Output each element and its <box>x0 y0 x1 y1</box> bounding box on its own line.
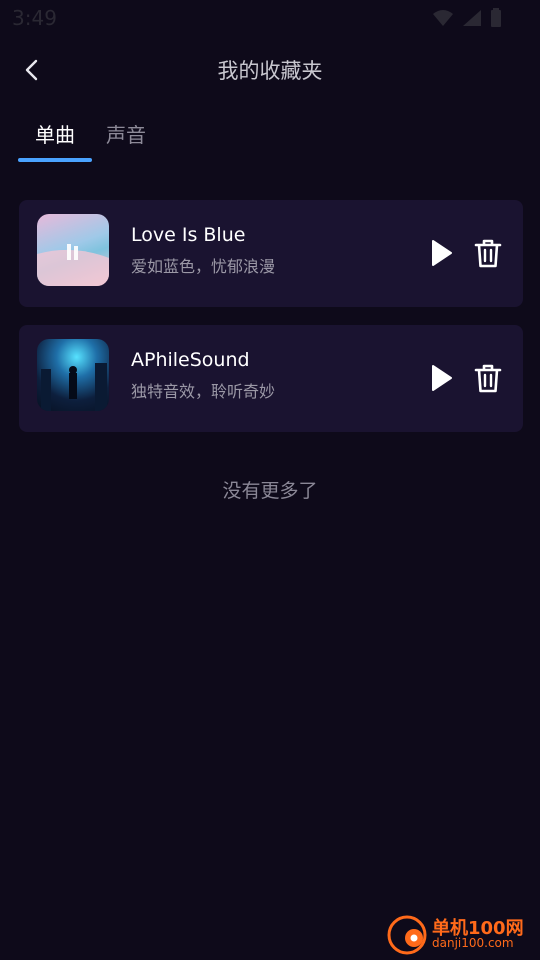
delete-button[interactable] <box>471 361 505 395</box>
favorites-list: Love Is Blue 爱如蓝色，忧郁浪漫 APhileSound 独特音效，… <box>19 200 523 450</box>
album-cover <box>37 214 109 286</box>
play-icon <box>432 365 452 391</box>
page-title: 我的收藏夹 <box>217 59 323 83</box>
song-title: Love Is Blue <box>131 224 246 246</box>
watermark-logo-icon <box>387 915 427 955</box>
tab-sounds[interactable]: 声音 <box>92 118 160 162</box>
tab-singles[interactable]: 单曲 <box>18 118 92 162</box>
watermark: 单机100网 danji100.com <box>386 912 536 956</box>
cover-art-icon <box>41 363 107 411</box>
status-icons <box>432 8 502 28</box>
cover-art-icon <box>37 244 109 286</box>
list-item[interactable]: APhileSound 独特音效，聆听奇妙 <box>19 325 523 432</box>
signal-icon <box>463 10 481 26</box>
play-icon <box>432 240 452 266</box>
trash-icon <box>474 239 502 268</box>
status-bar: 3:49 <box>0 0 540 36</box>
status-time: 3:49 <box>12 6 57 30</box>
song-subtitle: 独特音效，聆听奇妙 <box>131 382 276 401</box>
wifi-icon <box>433 10 453 26</box>
battery-icon <box>491 8 501 27</box>
watermark-url: danji100.com <box>432 936 514 950</box>
album-cover <box>37 339 109 411</box>
delete-button[interactable] <box>471 236 505 270</box>
song-subtitle: 爱如蓝色，忧郁浪漫 <box>131 257 276 276</box>
no-more-text: 没有更多了 <box>222 480 318 502</box>
list-item[interactable]: Love Is Blue 爱如蓝色，忧郁浪漫 <box>19 200 523 307</box>
tab-bar: 单曲 声音 <box>18 118 160 162</box>
play-button[interactable] <box>423 236 457 270</box>
header: 我的收藏夹 <box>0 44 540 94</box>
song-title: APhileSound <box>131 349 250 371</box>
trash-icon <box>474 364 502 393</box>
play-button[interactable] <box>423 361 457 395</box>
